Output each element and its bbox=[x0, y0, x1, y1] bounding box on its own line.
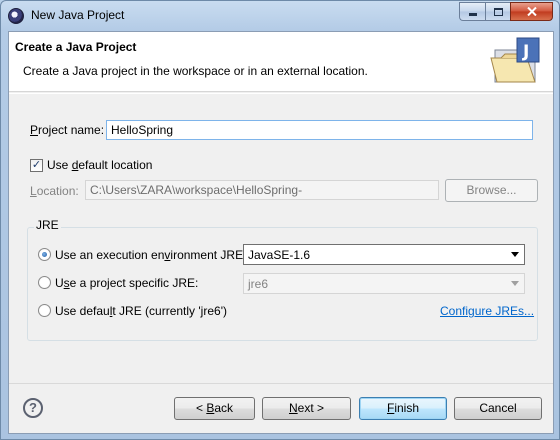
window-title: New Java Project bbox=[31, 8, 125, 22]
page-description: Create a Java project in the workspace o… bbox=[23, 64, 368, 78]
minimize-icon bbox=[468, 13, 477, 16]
radio-execution-environment[interactable] bbox=[38, 248, 51, 261]
svg-text:J: J bbox=[522, 42, 529, 62]
project-name-label: Project name: bbox=[30, 123, 105, 137]
radio-default-jre[interactable] bbox=[38, 304, 51, 317]
dialog-window: New Java Project Create a Java Project C… bbox=[0, 0, 560, 440]
dialog-client-area: Create a Java Project Create a Java proj… bbox=[8, 31, 554, 434]
minimize-button[interactable] bbox=[459, 2, 485, 21]
eclipse-app-icon bbox=[8, 8, 24, 24]
dropdown-arrow-icon bbox=[511, 281, 519, 286]
project-name-input[interactable]: HelloSpring bbox=[106, 120, 533, 140]
maximize-icon bbox=[493, 7, 503, 16]
execution-environment-value: JavaSE-1.6 bbox=[248, 248, 311, 262]
project-specific-jre-select[interactable]: jre6 bbox=[243, 273, 525, 294]
default-location-checkbox[interactable]: ✓ bbox=[30, 159, 43, 172]
caption-buttons bbox=[459, 2, 553, 21]
radio-project-specific-jre-label: Use a project specific JRE: bbox=[55, 276, 199, 290]
location-input[interactable]: C:\Users\ZARA\workspace\HelloSpring- bbox=[85, 180, 439, 200]
project-specific-jre-value: jre6 bbox=[248, 277, 269, 291]
cancel-button[interactable]: Cancel bbox=[454, 397, 542, 420]
close-button[interactable] bbox=[510, 2, 553, 21]
title-bar[interactable]: New Java Project bbox=[1, 1, 559, 31]
radio-project-specific-jre[interactable] bbox=[38, 276, 51, 289]
help-icon[interactable]: ? bbox=[23, 398, 43, 418]
next-button[interactable]: Next > bbox=[262, 397, 351, 420]
radio-execution-environment-label: Use an execution environment JRE: bbox=[55, 248, 247, 262]
default-location-label: Use default location bbox=[47, 158, 153, 172]
wizard-header: Create a Java Project Create a Java proj… bbox=[9, 32, 553, 92]
radio-default-jre-label: Use default JRE (currently 'jre6') bbox=[55, 304, 227, 318]
location-label: Location: bbox=[30, 184, 79, 198]
back-button[interactable]: < Back bbox=[174, 397, 255, 420]
java-project-folder-icon: J bbox=[490, 37, 540, 83]
dropdown-arrow-icon bbox=[511, 252, 519, 257]
close-icon bbox=[526, 7, 537, 16]
execution-environment-select[interactable]: JavaSE-1.6 bbox=[243, 244, 525, 265]
footer-separator bbox=[9, 383, 553, 384]
browse-button[interactable]: Browse... bbox=[445, 179, 538, 202]
jre-group-legend: JRE bbox=[34, 218, 61, 232]
header-separator bbox=[9, 93, 553, 94]
maximize-button[interactable] bbox=[485, 2, 510, 21]
page-title: Create a Java Project bbox=[15, 40, 137, 54]
finish-button[interactable]: Finish bbox=[359, 397, 447, 420]
configure-jres-link[interactable]: Configure JREs... bbox=[440, 304, 534, 318]
